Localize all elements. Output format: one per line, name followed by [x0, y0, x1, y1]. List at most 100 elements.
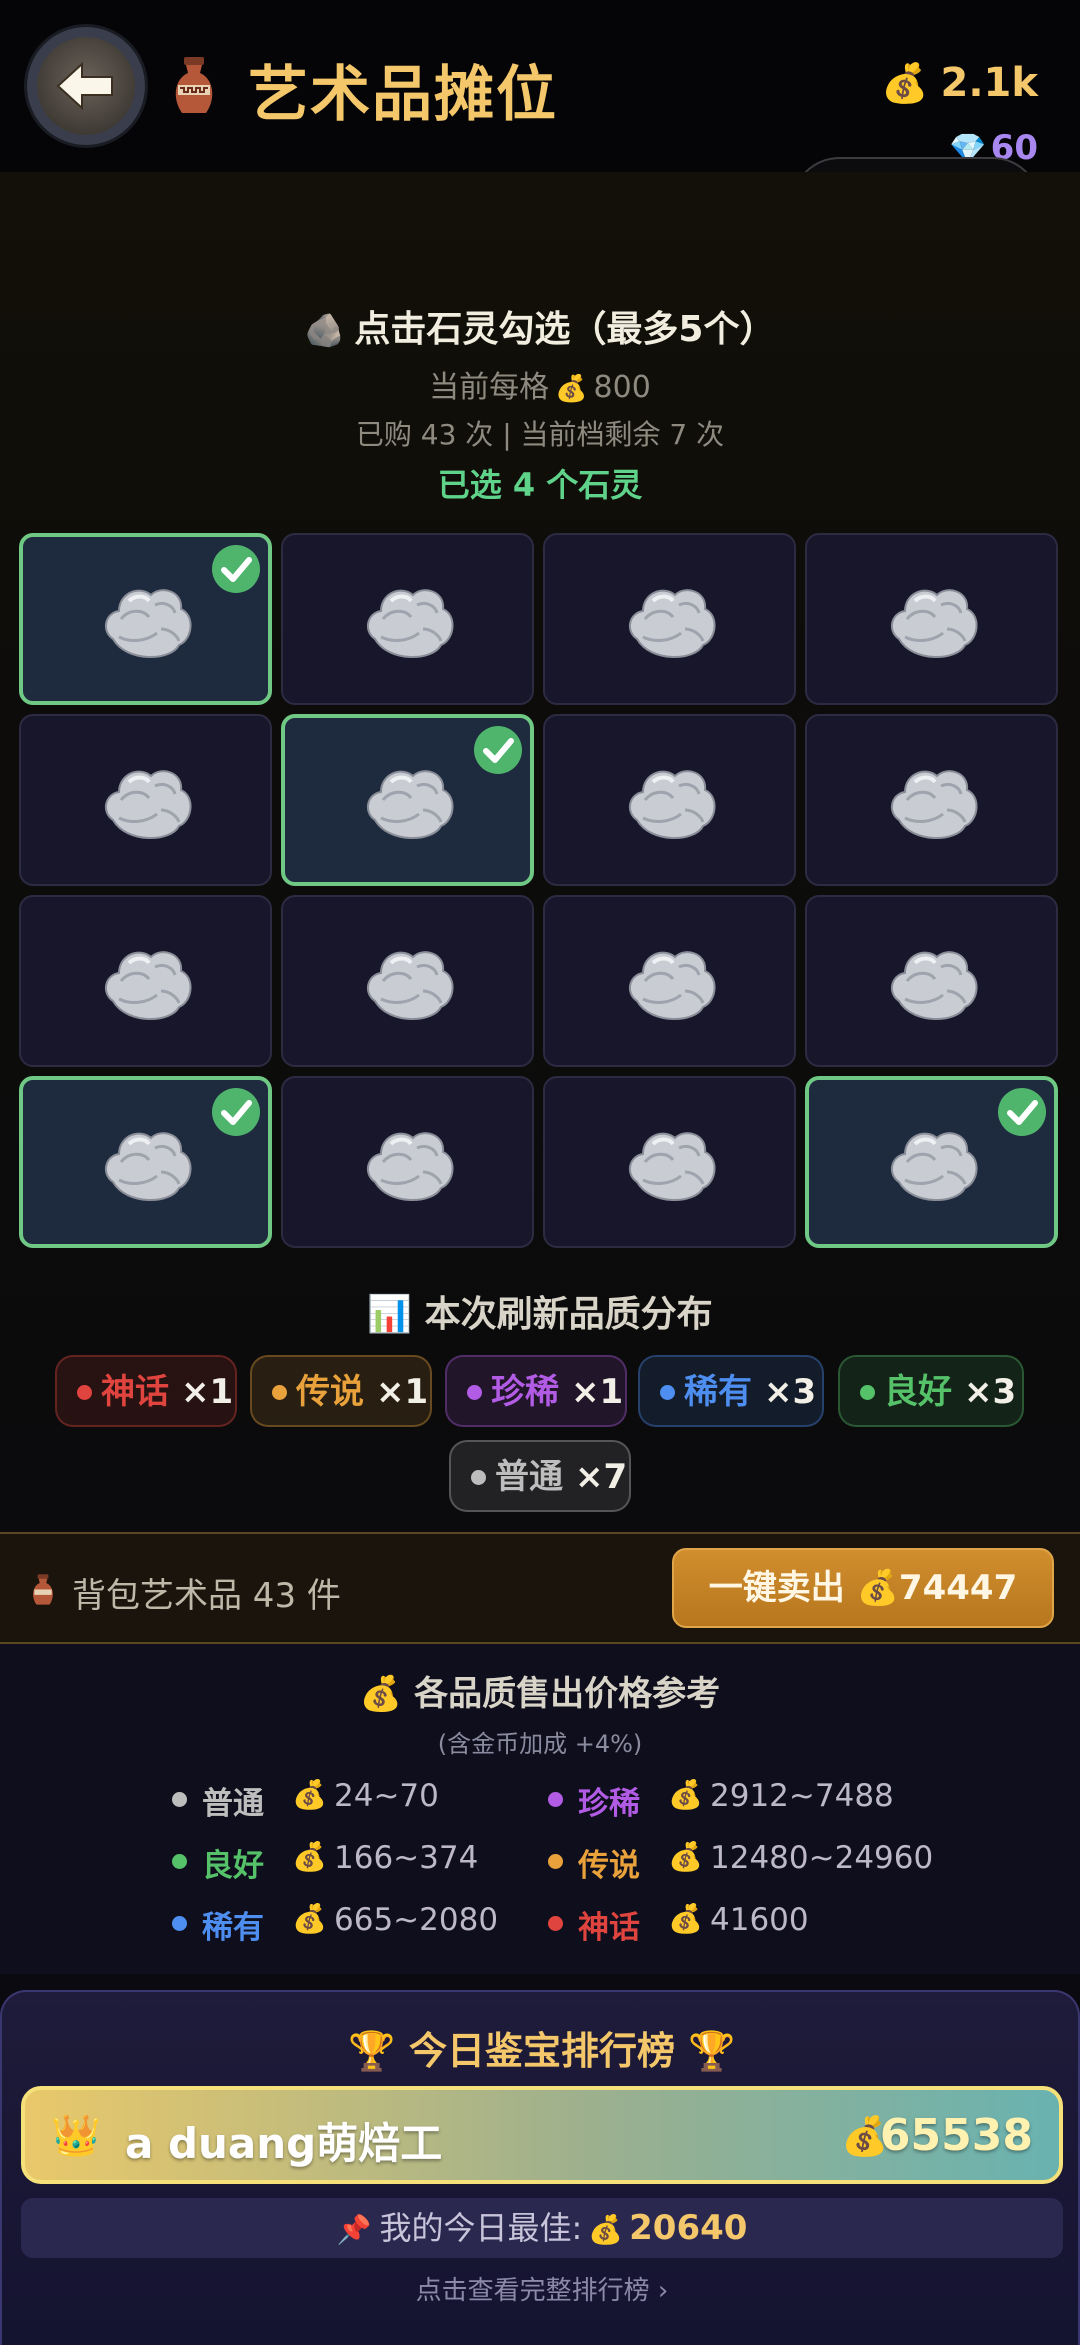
- quality-dot: [860, 1385, 875, 1400]
- stone-cell[interactable]: [19, 1076, 272, 1248]
- quality-name: 稀有: [202, 1910, 264, 1946]
- stone-icon: [890, 770, 978, 839]
- quality-count: ×1: [376, 1372, 429, 1412]
- back-button[interactable]: [27, 27, 145, 145]
- stone-cell[interactable]: [543, 533, 796, 705]
- stone-cell[interactable]: [281, 533, 534, 705]
- quality-name: 神话: [101, 1372, 169, 1412]
- sell-all-button[interactable]: 一键卖出 💰74447: [672, 1548, 1054, 1628]
- stone-cell[interactable]: [281, 895, 534, 1067]
- stone-cell[interactable]: [281, 714, 534, 886]
- stone-cell[interactable]: [19, 714, 272, 886]
- sell-bar: 背包艺术品 43 件 一键卖出 💰74447: [0, 1532, 1080, 1644]
- vase-icon: [33, 1574, 53, 1605]
- stone-icon: 🪨: [304, 311, 345, 349]
- stone-cell[interactable]: [19, 895, 272, 1067]
- money-bag-icon: 💰: [359, 1674, 403, 1714]
- stone-icon: [104, 1132, 192, 1201]
- view-full-leaderboard-link[interactable]: 点击查看完整排行榜 ›: [2, 2270, 1080, 2307]
- pin-icon: 📌: [336, 2213, 372, 2246]
- my-best-value: 20640: [629, 2208, 748, 2248]
- my-best-score: 📌 我的今日最佳: 💰 20640: [21, 2198, 1063, 2258]
- stone-icon: [628, 770, 716, 839]
- vase-icon: [175, 57, 213, 113]
- page-title: 艺术品摊位: [248, 60, 558, 130]
- bar-chart-icon: 📊: [367, 1294, 413, 1335]
- stone-icon: [104, 951, 192, 1020]
- stone-cell[interactable]: [19, 533, 272, 705]
- stone-icon: [890, 1132, 978, 1201]
- stone-cell[interactable]: [543, 714, 796, 886]
- coin-value: 2.1k: [940, 60, 1038, 106]
- quality-dot: [660, 1385, 675, 1400]
- quality-name: 珍稀: [491, 1372, 559, 1412]
- price-value: 800: [593, 370, 651, 405]
- money-bag-icon: 💰: [292, 1840, 327, 1873]
- stone-cell[interactable]: [543, 895, 796, 1067]
- price-reference-title-text: 各品质售出价格参考: [414, 1674, 721, 1714]
- my-best-label: 我的今日最佳:: [379, 2209, 583, 2247]
- stone-icon: [366, 1132, 454, 1201]
- quality-chip: 普通 ×7: [449, 1440, 631, 1512]
- stone-icon: [890, 589, 978, 658]
- stone-cell[interactable]: [805, 714, 1058, 886]
- quality-dot: [172, 1854, 187, 1869]
- stone-icon: [890, 951, 978, 1020]
- quality-dot: [172, 1792, 187, 1807]
- money-bag-icon: 💰: [668, 1840, 703, 1873]
- stone-cell[interactable]: [543, 1076, 796, 1248]
- stone-icon: [104, 770, 192, 839]
- quality-dot: [548, 1916, 563, 1931]
- price-prefix: 当前每格: [429, 370, 550, 405]
- quality-name: 稀有: [684, 1372, 752, 1412]
- distribution-title-text: 本次刷新品质分布: [424, 1294, 713, 1335]
- coin-balance: 💰 2.1k: [881, 60, 1038, 106]
- quality-count: ×1: [181, 1372, 234, 1412]
- top-header: 艺术品摊位 💰 2.1k 💎 60: [0, 0, 1080, 172]
- top-player-name: a duang萌焙工: [125, 2119, 443, 2168]
- money-bag-icon: 💰: [555, 374, 588, 404]
- stone-cell[interactable]: [281, 1076, 534, 1248]
- quality-name: 神话: [578, 1910, 640, 1946]
- purchase-info: 已购 43 次 | 当前档剩余 7 次: [355, 418, 725, 451]
- price-range: 166~374: [334, 1840, 479, 1876]
- check-icon: [474, 726, 522, 774]
- leaderboard-top-entry[interactable]: 👑 a duang萌焙工 💰 65538: [21, 2086, 1063, 2184]
- stone-icon: [628, 951, 716, 1020]
- money-bag-icon: 💰: [881, 61, 929, 105]
- select-instruction: 🪨 点击石灵勾选（最多5个）: [0, 300, 1080, 352]
- selected-count: 已选 4 个石灵: [437, 466, 643, 504]
- stone-icon: [366, 589, 454, 658]
- quality-name: 普通: [495, 1457, 563, 1497]
- quality-count: ×7: [575, 1457, 628, 1497]
- quality-dot: [172, 1916, 187, 1931]
- money-bag-icon: 💰: [292, 1778, 327, 1811]
- quality-dot: [548, 1792, 563, 1807]
- instruction-text: 点击石灵勾选（最多5个）: [354, 309, 776, 350]
- check-icon: [212, 1088, 260, 1136]
- stone-grid: [19, 533, 1061, 1249]
- stone-icon: [366, 951, 454, 1020]
- quality-dot: [272, 1385, 287, 1400]
- quality-name: 普通: [202, 1786, 264, 1822]
- stone-cell[interactable]: [805, 533, 1058, 705]
- quality-dot: [77, 1385, 92, 1400]
- price-range: 24~70: [334, 1778, 439, 1814]
- price-range: 665~2080: [334, 1902, 499, 1938]
- leaderboard-title: 🏆 今日鉴宝排行榜 🏆: [2, 2020, 1080, 2075]
- stone-cell[interactable]: [805, 1076, 1058, 1248]
- quality-count: ×3: [964, 1372, 1017, 1412]
- price-range: 41600: [710, 1902, 809, 1938]
- money-bag-icon: 💰: [292, 1902, 327, 1935]
- trophy-icon: 🏆: [688, 2029, 736, 2073]
- stone-cell[interactable]: [805, 895, 1058, 1067]
- stone-icon: [628, 589, 716, 658]
- money-bag-icon: 💰: [588, 2213, 624, 2246]
- quality-name: 良好: [202, 1848, 264, 1884]
- quality-name: 传说: [296, 1372, 364, 1412]
- leaderboard-title-text: 今日鉴宝排行榜: [408, 2029, 675, 2073]
- back-arrow-icon: [56, 61, 113, 111]
- price-range: 2912~7488: [710, 1778, 894, 1814]
- quality-dot: [467, 1385, 482, 1400]
- leaderboard-panel: 🏆 今日鉴宝排行榜 🏆 👑 a duang萌焙工 💰 65538 📌 我的今日最佳…: [0, 1990, 1080, 2345]
